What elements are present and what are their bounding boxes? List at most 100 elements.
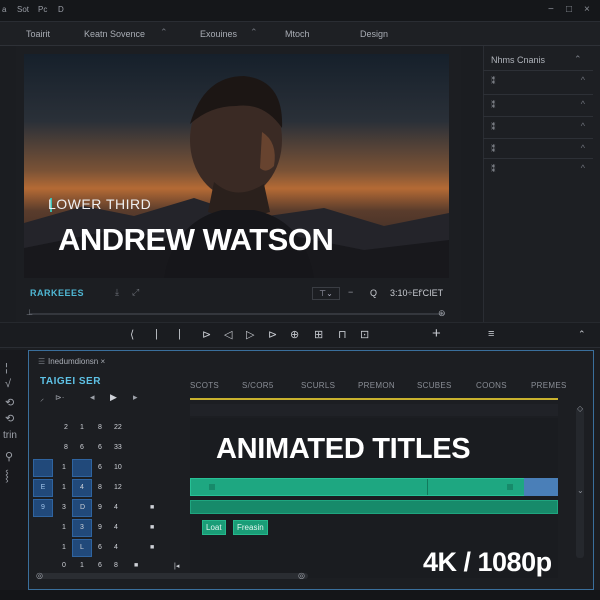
tab-design[interactable]: Design [360,29,388,39]
zoom-in-handle[interactable]: ◎ [298,571,305,580]
viewer-scrubber[interactable] [30,313,445,315]
chevron-up-icon[interactable]: ^ [581,99,585,109]
track-cell: 10 [114,464,122,471]
time-ruler[interactable] [190,404,558,416]
panel-menu-icon[interactable]: ⌃ [574,54,582,65]
viewer-sequence-name: RARKEEES [30,288,85,298]
tab-exouines[interactable]: Exouines [200,29,237,39]
panel-menu-icon[interactable]: ☰ [38,357,45,366]
work-area-bar[interactable] [190,398,558,400]
track-cell: 9 [98,524,102,531]
track-target-box[interactable] [72,459,92,477]
insert-icon[interactable]: ⊕ [290,328,299,341]
column-header: COONS [476,381,507,390]
tab-tutorial[interactable]: Toairit [26,29,50,39]
trim-tool-icon[interactable]: trin [3,430,17,441]
track-cell: 4 [80,484,84,491]
play-icon[interactable]: ▶ [110,392,117,403]
marker-out-icon[interactable]: | [178,328,181,340]
timecode-display[interactable]: 3:10÷Ef'CIET [390,288,443,298]
settings-icon[interactable]: ⤓ [115,287,119,298]
menu-item-clip[interactable]: Pc [38,5,47,14]
column-header: SCURLS [301,381,336,390]
chevron-up-icon[interactable]: ^ [581,121,585,131]
clip-label[interactable]: Freasin [233,520,268,535]
panel-row[interactable]: ⁑ ^ [483,70,593,92]
in-point-icon: ⊥ [26,308,33,317]
panel-row[interactable]: ⁑ ^ [483,116,593,138]
status-bar [0,590,600,600]
step-back-icon[interactable]: | [155,328,158,340]
lock-icon[interactable]: ■ [150,524,154,531]
maximize-icon[interactable]: □ [566,4,572,15]
menu-item-sequence[interactable]: D [58,5,64,14]
lock-icon[interactable]: ■ [150,544,154,551]
fit-icon[interactable]: ⤢ [132,287,139,298]
horizontal-scrollbar[interactable] [38,573,308,579]
track-target-box[interactable]: E [33,479,53,497]
menu-item-edit[interactable]: Sot [17,5,29,14]
minimize-icon[interactable]: − [548,4,554,15]
zoom-out-handle[interactable]: ◎ [36,571,43,580]
resolution-dropdown[interactable]: ⊤⌄ [312,287,340,300]
overwrite-icon[interactable]: ⊞ [314,328,323,341]
chevron-down-icon[interactable]: ⌃ [160,27,168,38]
chevron-up-icon[interactable]: ⌃ [578,329,586,340]
add-icon[interactable]: + [432,325,441,342]
minus-icon[interactable]: − [348,287,353,297]
lock-icon[interactable]: ■ [150,504,154,511]
panel-row[interactable]: ⁑ ^ [483,138,593,160]
column-header: SCOTS [190,381,220,390]
collapse-icon[interactable]: |◂ [174,562,179,570]
chevron-down-icon[interactable]: ⌃ [250,27,258,38]
pen-tool-icon[interactable]: ⚲ [5,450,13,463]
tab-keat-sequence[interactable]: Keatn Sovence [84,29,145,39]
chevron-up-icon[interactable]: ^ [581,143,585,153]
track-settings-icon[interactable]: ▸ [133,392,138,403]
play-icon[interactable]: ▷ [246,328,254,341]
linked-selection-icon[interactable]: ⊳· [55,393,64,402]
settings-gear-icon[interactable]: ⊛ [438,308,446,319]
export-frame-icon[interactable]: ⊡ [360,328,369,341]
play-in-icon[interactable]: ⊳ [202,328,211,341]
close-icon[interactable]: × [584,4,590,15]
chevron-up-icon[interactable]: ^ [581,163,585,173]
audio-clip[interactable] [190,500,558,514]
panel-row[interactable]: ⁑ ^ [483,94,593,116]
track-cell: 1 [62,484,66,491]
track-cell: 4 [114,544,118,551]
track-cell: 2 [64,424,68,431]
column-header: SCUBES [417,381,452,390]
track-target-box[interactable]: 9 [33,499,53,517]
tab-match[interactable]: Mtoch [285,29,310,39]
title-clip[interactable] [190,478,558,496]
track-target-box[interactable] [33,459,53,477]
scroll-down-icon[interactable]: ⌄ [577,486,584,495]
track-cell: 33 [114,444,122,451]
timeline-tab[interactable]: Inedumdionsn × [48,357,105,366]
adjustment-clip[interactable] [524,478,558,496]
lift-icon[interactable]: ⊓ [338,328,347,341]
track-cell: 12 [114,484,122,491]
menu-icon[interactable]: ≡ [488,328,494,340]
clip-label[interactable]: Loat [202,520,226,535]
panel-row[interactable]: ⁑ ^ [483,158,593,180]
ripple-edit-icon[interactable]: ⟲ [5,396,14,409]
keyframe-icon: ⁑ [491,100,496,110]
rolling-edit-icon[interactable]: ⟲ [5,412,14,425]
step-next-icon[interactable]: ⊳ [268,328,277,341]
zoom-icon[interactable]: Q [370,288,377,298]
selection-tool-icon[interactable]: ¦ [5,362,8,374]
marker-icon[interactable]: ◂ [90,392,95,403]
vertical-scrollbar[interactable] [576,408,584,558]
marker-in-icon[interactable]: ⟨ [130,328,134,341]
scroll-up-icon[interactable]: ◇ [577,404,583,413]
chevron-up-icon[interactable]: ^ [581,75,585,85]
step-prev-icon[interactable]: ◁ [224,328,232,341]
menu-bar: a Sot Pc D − □ × [0,0,600,22]
menu-item-file[interactable]: a [2,5,6,14]
lock-icon[interactable]: ■ [134,562,138,569]
track-select-icon[interactable]: √ [5,378,11,390]
snap-icon[interactable]: ⸝ [40,393,44,404]
hand-tool-icon[interactable]: ⸾ [5,468,9,483]
